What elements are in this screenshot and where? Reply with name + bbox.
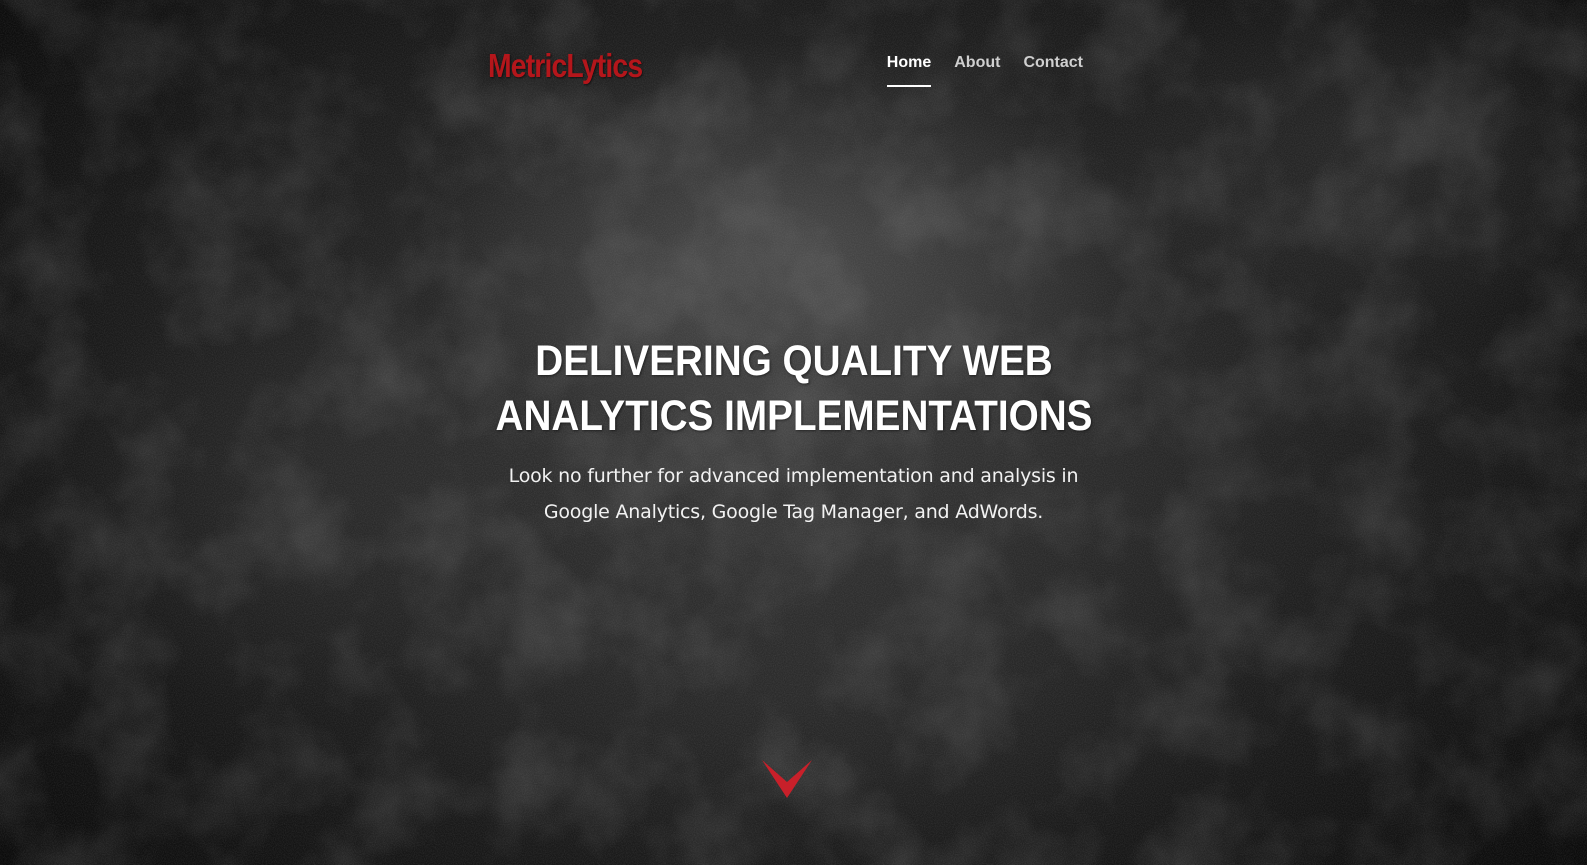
chevron-down-icon <box>762 760 812 798</box>
nav-item-about[interactable]: About <box>954 52 1000 87</box>
main-nav: Home About Contact <box>886 52 1083 87</box>
hero-subtitle-line-2: Google Analytics, Google Tag Manager, an… <box>543 501 1044 523</box>
hero-page: MetricLytics Home About Contact DELIVERI… <box>0 0 1587 865</box>
nav-item-contact[interactable]: Contact <box>1023 52 1083 87</box>
hero-section: DELIVERING QUALITY WEB ANALYTICS IMPLEME… <box>0 334 1587 530</box>
hero-subtitle-line-1: Look no further for advanced implementat… <box>508 465 1079 487</box>
site-header: MetricLytics Home About Contact <box>488 44 1083 94</box>
hero-subtitle: Look no further for advanced implementat… <box>474 458 1114 530</box>
hero-title-line-2: ANALYTICS IMPLEMENTATIONS <box>494 392 1093 440</box>
nav-item-home[interactable]: Home <box>886 52 932 87</box>
scroll-down-button[interactable] <box>762 758 812 800</box>
hero-title: DELIVERING QUALITY WEB ANALYTICS IMPLEME… <box>479 334 1109 444</box>
site-logo[interactable]: MetricLytics <box>488 44 643 88</box>
hero-title-line-1: DELIVERING QUALITY WEB <box>534 337 1053 385</box>
